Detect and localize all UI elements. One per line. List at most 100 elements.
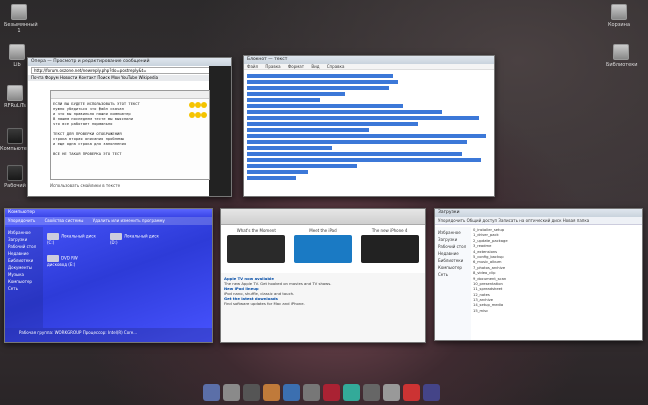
smileys-panel[interactable] bbox=[189, 101, 207, 121]
file-icon bbox=[11, 4, 27, 20]
nav-item[interactable]: Компьютер bbox=[438, 264, 468, 271]
navigation-pane[interactable]: Избранное Загрузки Рабочий стол Недавние… bbox=[435, 227, 471, 340]
dock-app-icon[interactable] bbox=[222, 383, 240, 401]
dock-app-icon[interactable] bbox=[342, 383, 360, 401]
smiley-icon[interactable] bbox=[201, 112, 207, 118]
nav-item[interactable]: Документы bbox=[8, 264, 40, 271]
cmd-system-properties[interactable]: Свойства системы bbox=[45, 218, 84, 223]
browser-window-apple[interactable]: What's the Moment Meet the iPad The new … bbox=[220, 208, 426, 343]
selected-line bbox=[247, 122, 418, 126]
dock-app-icon[interactable] bbox=[282, 383, 300, 401]
drive-e[interactable]: DVD RW дисковод (E:) bbox=[47, 255, 97, 267]
desktop-icon-label: Корзина bbox=[607, 22, 631, 28]
selected-line bbox=[247, 116, 479, 120]
details-pane: Рабочая группа: WORKGROUP Процессор: Int… bbox=[5, 328, 212, 342]
news-item[interactable]: Get the latest downloads Find software up… bbox=[224, 296, 422, 306]
text-editor-window[interactable]: Блокнот — текст Файл Правка Формат Вид С… bbox=[243, 55, 495, 197]
promo-title: The new iPhone 4 bbox=[371, 228, 408, 233]
nav-item[interactable]: Библиотеки bbox=[438, 257, 468, 264]
selected-line bbox=[247, 158, 482, 162]
desktop-icon-1[interactable]: Безымянный 1 bbox=[4, 4, 38, 34]
desktop-icon-7[interactable]: Библиотеки bbox=[606, 44, 638, 68]
news-text: Find software updates for Mac and iPhone… bbox=[224, 301, 305, 306]
nav-item[interactable]: Сеть bbox=[438, 271, 468, 278]
command-bar[interactable]: Упорядочить Общий доступ Записать на опт… bbox=[435, 217, 642, 225]
desktop-icon-5[interactable]: Рабочий bbox=[0, 165, 30, 189]
promo-tile[interactable]: What's the Moment bbox=[227, 228, 286, 270]
dock-app-icon[interactable] bbox=[422, 383, 440, 401]
desktop-icon-6[interactable]: Корзина bbox=[604, 4, 634, 28]
desktop-icon-label: Lib bbox=[13, 62, 21, 68]
window-title: Компьютер bbox=[5, 209, 212, 217]
dock-app-icon[interactable] bbox=[362, 383, 380, 401]
selected-line bbox=[247, 146, 333, 150]
nav-item[interactable]: Компьютер bbox=[8, 278, 40, 285]
selected-line bbox=[247, 176, 296, 180]
desktop-icon-label: Безымянный 1 bbox=[4, 22, 38, 34]
menu-item[interactable]: Вид bbox=[311, 64, 319, 69]
drive-d[interactable]: Локальный диск (D:) bbox=[110, 233, 160, 245]
editor-toolbar[interactable] bbox=[51, 91, 209, 99]
nav-item[interactable]: Музыка bbox=[8, 271, 40, 278]
side-panel bbox=[209, 66, 231, 196]
promo-tile[interactable]: Meet the iPad bbox=[293, 228, 352, 270]
explorer-window-downloads[interactable]: Загрузки Упорядочить Общий доступ Записа… bbox=[434, 208, 643, 341]
selected-line bbox=[247, 110, 443, 114]
nav-item[interactable]: Сеть bbox=[8, 285, 40, 292]
cmd-uninstall[interactable]: Удалить или изменить программу bbox=[93, 218, 165, 223]
menu-item[interactable]: Формат bbox=[288, 64, 304, 69]
promo-image bbox=[293, 235, 352, 263]
nav-item[interactable]: Загрузки bbox=[8, 236, 40, 243]
dock-app-icon[interactable] bbox=[382, 383, 400, 401]
menu-item[interactable]: Файл bbox=[247, 64, 258, 69]
nav-item[interactable]: Недавние bbox=[8, 250, 40, 257]
desktop-icon-4[interactable]: Компьютер bbox=[0, 128, 30, 152]
selected-line bbox=[247, 104, 404, 108]
nav-item[interactable]: Рабочий стол bbox=[438, 243, 468, 250]
promo-image bbox=[227, 235, 286, 263]
bookmarks-bar[interactable]: Почта Форум Новости Контакт Поиск Мои Yo… bbox=[28, 75, 231, 81]
browser-window-forum[interactable]: Опера — Просмотр и редактирование сообще… bbox=[27, 57, 232, 197]
nav-item[interactable]: Избранное bbox=[8, 229, 40, 236]
dock-app-icon[interactable] bbox=[242, 383, 260, 401]
address-bar[interactable]: http://forum.oszone.net/newreply.php?do=… bbox=[31, 67, 228, 74]
file-list[interactable]: 0_installer_setup 1_driver_pack 2_update_p… bbox=[473, 228, 640, 314]
nav-item[interactable]: Библиотеки bbox=[8, 257, 40, 264]
browser-toolbar[interactable] bbox=[221, 209, 425, 225]
message-editor[interactable]: ЕСЛИ ВЫ БУДЕТЕ ИСПОЛЬЗОВАТЬ ЭТОТ ТЕКСТ ну… bbox=[50, 90, 210, 180]
command-bar[interactable]: Упорядочить Свойства системы Удалить или… bbox=[5, 217, 212, 225]
desktop-icon-3[interactable]: RFRuLiTs bbox=[0, 85, 30, 109]
desktop-icon-label: Компьютер bbox=[0, 146, 30, 152]
nav-item[interactable]: Недавние bbox=[438, 250, 468, 257]
dock-app-icon[interactable] bbox=[402, 383, 420, 401]
navigation-pane[interactable]: Избранное Загрузки Рабочий стол Недавние… bbox=[5, 227, 43, 328]
news-item[interactable]: Apple TV now available The new Apple TV. … bbox=[224, 276, 422, 286]
editor-text[interactable]: ЕСЛИ ВЫ БУДЕТЕ ИСПОЛЬЗОВАТЬ ЭТОТ ТЕКСТ ну… bbox=[51, 99, 209, 158]
nav-item[interactable]: Загрузки bbox=[438, 236, 468, 243]
window-title: Блокнот — текст bbox=[244, 56, 494, 64]
news-item[interactable]: New iPod lineup iPod nano, shuffle, class… bbox=[224, 286, 422, 296]
dock-app-icon[interactable] bbox=[262, 383, 280, 401]
dock[interactable] bbox=[168, 381, 474, 403]
computer-icon bbox=[7, 128, 23, 144]
nav-item[interactable]: Избранное bbox=[438, 229, 468, 236]
explorer-window-computer[interactable]: Компьютер Упорядочить Свойства системы У… bbox=[4, 208, 213, 343]
selected-text-area[interactable] bbox=[244, 70, 494, 184]
promo-tile[interactable]: The new iPhone 4 bbox=[360, 228, 419, 270]
file-row[interactable]: 15_misc bbox=[473, 309, 640, 314]
promo-title: What's the Moment bbox=[236, 228, 276, 233]
selected-line bbox=[247, 164, 357, 168]
editor-line: ВСЕ НЕ ТАКАЯ ПРОВЕРКА ЭТО ТЕСТ bbox=[53, 151, 122, 156]
nav-item[interactable]: Рабочий стол bbox=[8, 243, 40, 250]
menu-item[interactable]: Правка bbox=[265, 64, 280, 69]
menu-item[interactable]: Справка bbox=[327, 64, 345, 69]
dock-app-icon[interactable] bbox=[202, 383, 220, 401]
cmd-organize[interactable]: Упорядочить bbox=[8, 218, 35, 223]
dvd-drive-icon bbox=[47, 255, 59, 262]
promo-strip[interactable]: What's the Moment Meet the iPad The new … bbox=[221, 225, 425, 273]
drive-c[interactable]: Локальный диск (C:) bbox=[47, 233, 97, 245]
dock-app-icon[interactable] bbox=[322, 383, 340, 401]
dock-app-icon[interactable] bbox=[302, 383, 320, 401]
smiley-icon[interactable] bbox=[201, 102, 207, 108]
selected-line bbox=[247, 134, 487, 138]
